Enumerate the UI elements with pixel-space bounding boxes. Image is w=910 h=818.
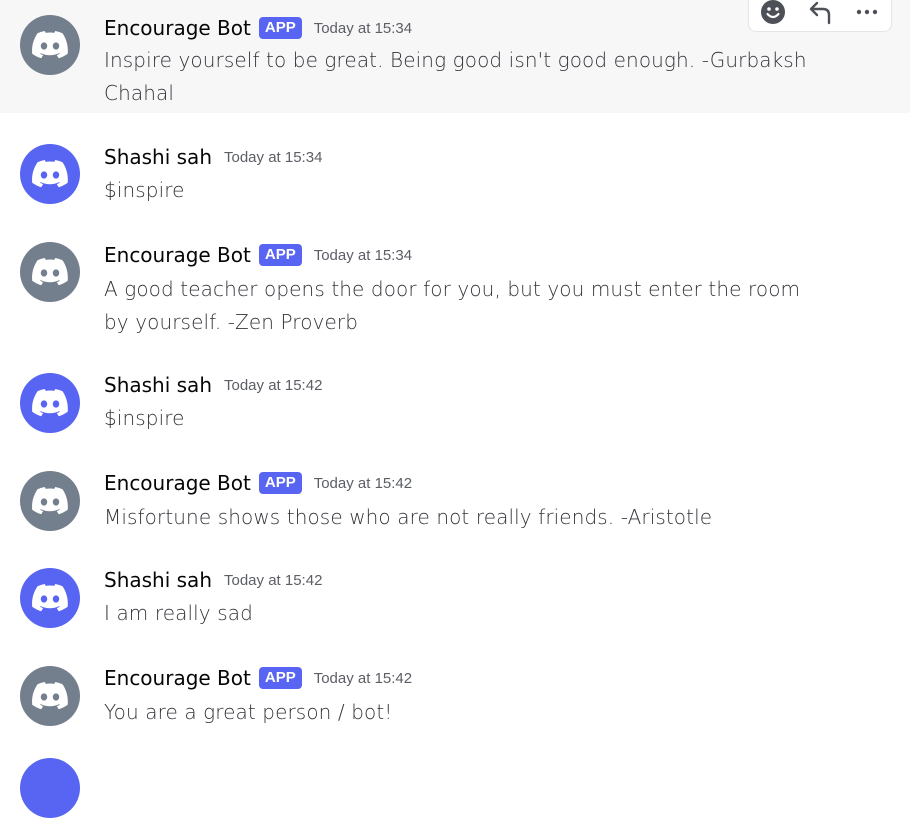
timestamp[interactable]: Today at 15:42 <box>224 377 322 394</box>
discord-logo-icon <box>32 584 68 612</box>
avatar[interactable] <box>20 373 80 433</box>
message-action-toolbar <box>748 0 892 32</box>
discord-logo-icon <box>32 487 68 515</box>
avatar[interactable] <box>20 144 80 204</box>
chat-message[interactable]: Encourage Bot APP Today at 15:42 Misfort… <box>0 443 910 543</box>
more-dots-icon <box>857 9 878 15</box>
discord-logo-icon <box>32 258 68 286</box>
timestamp[interactable]: Today at 15:34 <box>314 20 412 37</box>
avatar[interactable] <box>20 242 80 302</box>
message-header: Shashi sah Today at 15:42 <box>104 373 322 397</box>
more-button[interactable] <box>849 0 885 25</box>
chat-message[interactable]: Shashi sah Today at 15:42 I am really sa… <box>0 543 910 643</box>
message-content: Misfortune shows those who are not reall… <box>104 505 713 529</box>
chat-message[interactable]: Encourage Bot APP Today at 15:34 A good … <box>0 213 910 343</box>
chat-message[interactable]: Encourage Bot APP Today at 15:34 Inspire… <box>0 0 910 113</box>
author-name[interactable]: Shashi sah <box>104 373 212 397</box>
avatar[interactable] <box>20 758 80 818</box>
timestamp[interactable]: Today at 15:42 <box>224 572 322 589</box>
author-name[interactable]: Shashi sah <box>104 568 212 592</box>
discord-logo-icon <box>32 31 68 59</box>
message-header: Encourage Bot APP Today at 15:42 <box>104 666 412 690</box>
add-reaction-button[interactable] <box>755 0 791 25</box>
avatar[interactable] <box>20 15 80 75</box>
message-header: Shashi sah Today at 15:42 <box>104 568 322 592</box>
app-badge: APP <box>258 244 302 266</box>
message-header: Shashi sah Today at 15:34 <box>104 145 322 169</box>
app-badge: APP <box>258 17 302 39</box>
message-header: Encourage Bot APP Today at 15:34 <box>104 243 412 267</box>
message-content: I am really sad <box>104 601 253 625</box>
avatar[interactable] <box>20 471 80 531</box>
reply-arrow-icon <box>809 1 831 25</box>
author-name[interactable]: Encourage Bot <box>104 243 251 267</box>
reply-button[interactable] <box>802 0 838 25</box>
message-content: $inspire <box>104 178 185 202</box>
timestamp[interactable]: Today at 15:42 <box>314 670 412 687</box>
avatar[interactable] <box>20 666 80 726</box>
author-name[interactable]: Encourage Bot <box>104 16 251 40</box>
app-badge: APP <box>258 472 302 494</box>
timestamp[interactable]: Today at 15:42 <box>314 475 412 492</box>
timestamp[interactable]: Today at 15:34 <box>314 247 412 264</box>
message-header: Encourage Bot APP Today at 15:34 <box>104 16 412 40</box>
chat-message[interactable]: Shashi sah Today at 15:34 $inspire <box>0 113 910 213</box>
message-header: Encourage Bot APP Today at 15:42 <box>104 471 412 495</box>
message-content: A good teacher opens the door for you, b… <box>104 277 801 334</box>
message-content: Inspire yourself to be great. Being good… <box>104 48 807 105</box>
author-name[interactable]: Shashi sah <box>104 145 212 169</box>
discord-logo-icon <box>32 160 68 188</box>
message-content: $inspire <box>104 406 185 430</box>
message-content: You are a great person / bot! <box>104 700 393 724</box>
chat-message[interactable]: Encourage Bot APP Today at 15:42 You are… <box>0 643 910 743</box>
emoji-smile-icon <box>760 0 785 24</box>
author-name[interactable]: Encourage Bot <box>104 666 251 690</box>
discord-logo-icon <box>32 389 68 417</box>
app-badge: APP <box>258 667 302 689</box>
discord-logo-icon <box>32 682 68 710</box>
author-name[interactable]: Encourage Bot <box>104 471 251 495</box>
timestamp[interactable]: Today at 15:34 <box>224 149 322 166</box>
avatar[interactable] <box>20 568 80 628</box>
chat-message[interactable]: Shashi sah Today at 15:42 $inspire <box>0 343 910 443</box>
